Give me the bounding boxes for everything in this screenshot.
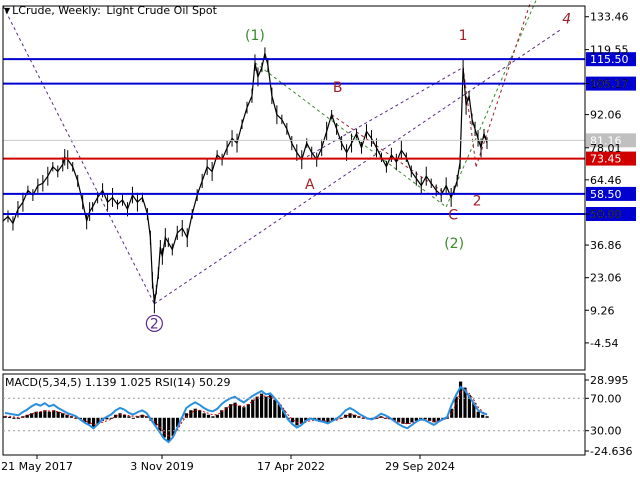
macd-bar bbox=[167, 417, 171, 441]
wave-line-purple-a-1 bbox=[301, 67, 464, 161]
time-tick-label: 21 May 2017 bbox=[1, 460, 73, 473]
macd-bar bbox=[127, 416, 131, 418]
wave-lines bbox=[2, 0, 561, 305]
macd-bar bbox=[12, 417, 16, 419]
chart-window: 115.50 105.17 73.45 58.50 50.00 81.16 (1) (2) 2… bbox=[0, 0, 640, 480]
wave-label: 4 bbox=[562, 12, 571, 28]
symbol-label: LCrude, Weekly: bbox=[12, 4, 101, 17]
macd-bar bbox=[202, 413, 206, 418]
wave-label: 1 bbox=[459, 28, 468, 44]
macd-bar bbox=[91, 417, 96, 427]
price-tick-label: 133.46 bbox=[590, 11, 629, 24]
macd-bar bbox=[118, 413, 122, 418]
macd-bar bbox=[295, 417, 299, 426]
macd-bar bbox=[485, 416, 489, 418]
macd-bar bbox=[405, 417, 410, 424]
macd-bar bbox=[246, 404, 250, 418]
indicator-header: MACD(5,34,5) 1.139 1.025 RSI(14) 50.29 bbox=[5, 376, 231, 389]
macd-bar bbox=[184, 413, 189, 418]
wave-label: 2 bbox=[473, 194, 482, 210]
price-pane-frame bbox=[2, 5, 586, 371]
indicator-tick-label: 30.00 bbox=[590, 425, 622, 438]
rsi-line bbox=[4, 385, 488, 444]
indicator-tick-label: 70.00 bbox=[590, 392, 622, 405]
price-tick-label: 92.06 bbox=[590, 109, 622, 122]
macd-bar bbox=[481, 414, 485, 418]
time-tick-label: 3 Nov 2019 bbox=[130, 460, 193, 473]
wave-label: (2) bbox=[444, 236, 464, 252]
macd-bar bbox=[56, 411, 60, 418]
macd-signal-line bbox=[5, 388, 488, 437]
wave-label: A bbox=[305, 177, 315, 193]
macd-bar bbox=[264, 396, 268, 418]
macd-bar bbox=[259, 393, 264, 418]
macd-bar bbox=[206, 414, 211, 418]
price-tick-label: 23.06 bbox=[590, 272, 622, 285]
symbol-description: Light Crude Oil Spot bbox=[106, 4, 217, 17]
macd-bar bbox=[7, 417, 12, 419]
price-series bbox=[2, 47, 488, 314]
price-tick-label: 119.55 bbox=[590, 44, 629, 57]
macd-bar bbox=[410, 417, 414, 423]
wave-label: 2 bbox=[150, 316, 159, 332]
wave-label: C bbox=[448, 208, 458, 224]
price-line bbox=[2, 53, 488, 304]
macd-bar bbox=[131, 417, 135, 419]
time-tick-label: 17 Apr 2022 bbox=[257, 460, 325, 473]
chart-header: ▼ LCrude, Weekly: Light Crude Oil Spot bbox=[4, 4, 219, 17]
wave-label: B bbox=[333, 80, 343, 96]
price-tick-label: 64.46 bbox=[590, 174, 622, 187]
price-chart[interactable]: 115.50105.1773.4558.5050.0081.16 (1)(2)2… bbox=[0, 0, 640, 480]
macd-bar bbox=[38, 411, 43, 418]
macd-bar bbox=[47, 411, 51, 418]
price-tick-label: 9.26 bbox=[590, 304, 615, 317]
level-tag-label: 58.50 bbox=[590, 188, 622, 201]
macd-bar bbox=[237, 405, 242, 418]
time-tick-label: 29 Sep 2024 bbox=[385, 460, 455, 473]
indicator-tick-label: 28.995 bbox=[590, 374, 629, 387]
macd-bar bbox=[198, 410, 202, 418]
price-tick-label: 78.01 bbox=[590, 142, 622, 155]
axes: 133.46 119.55 105.17 92.06 78.01 64.46 50.00 36… bbox=[1, 5, 629, 473]
wave-line-purple-down bbox=[2, 5, 155, 305]
wave-label: (1) bbox=[245, 28, 265, 44]
price-tick-label: -4.54 bbox=[590, 337, 618, 350]
macd-bar bbox=[211, 416, 215, 418]
wave-line-purple-up bbox=[154, 29, 561, 305]
down-triangle-icon: ▼ bbox=[4, 6, 11, 15]
macd-bar bbox=[242, 407, 246, 418]
macd-bar bbox=[321, 417, 326, 421]
indicator-tick-label: -24.636 bbox=[590, 445, 632, 458]
macd-bar bbox=[476, 411, 480, 418]
price-tick-label: 36.86 bbox=[590, 239, 622, 252]
macd-bar bbox=[273, 399, 277, 418]
macd-bar bbox=[162, 417, 166, 438]
macd-bar bbox=[255, 396, 259, 418]
price-tick-label: 105.17 bbox=[590, 78, 629, 91]
price-tick-label: 50.00 bbox=[590, 208, 622, 221]
wave-line-red-1-2 bbox=[462, 67, 477, 167]
